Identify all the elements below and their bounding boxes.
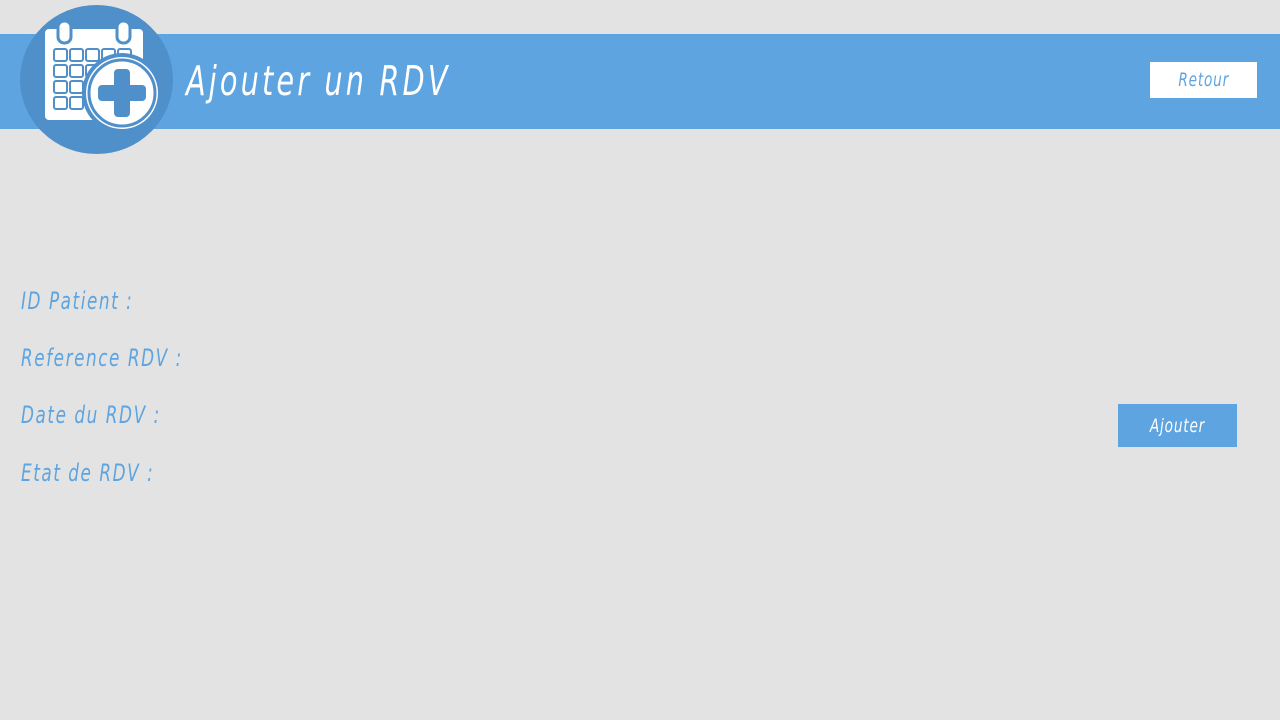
page-title: Ajouter un RDV xyxy=(186,57,451,105)
back-button-label: Retour xyxy=(1178,69,1229,91)
calendar-add-icon xyxy=(20,5,173,154)
back-button[interactable]: Retour xyxy=(1150,62,1257,98)
label-rdv-status: Etat de RDV : xyxy=(21,459,155,487)
label-patient-id: ID Patient : xyxy=(21,287,134,315)
add-button[interactable]: Ajouter xyxy=(1118,404,1237,447)
label-rdv-reference: Reference RDV : xyxy=(21,344,183,372)
add-button-label: Ajouter xyxy=(1149,414,1206,437)
label-rdv-date: Date du RDV : xyxy=(21,401,161,429)
